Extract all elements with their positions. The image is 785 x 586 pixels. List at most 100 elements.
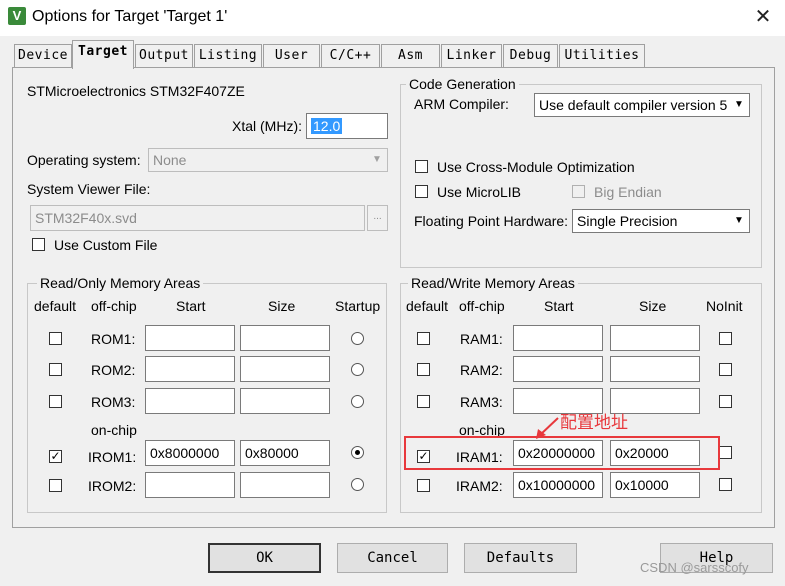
ram3-label: RAM3: [460,394,503,410]
rom2-size-input[interactable] [240,356,330,382]
fpu-value: Single Precision [577,213,678,229]
ro-memory-title: Read/Only Memory Areas [37,275,204,291]
iram2-noinit-checkbox[interactable] [719,478,732,491]
ro-header-start: Start [176,298,206,314]
compiler-select[interactable]: Use default compiler version 5 ▼ [534,93,750,117]
tab-listing[interactable]: Listing [194,44,262,67]
irom2-default-checkbox[interactable] [49,479,62,492]
ram2-label: RAM2: [460,362,503,378]
ram2-size-input[interactable] [610,356,700,382]
iram1-highlight-box [404,436,720,470]
rom1-size-input[interactable] [240,325,330,351]
iram1-noinit-checkbox[interactable] [719,446,732,459]
tab-debug[interactable]: Debug [503,44,558,67]
csdn-watermark: CSDN @sarsscofy [640,560,749,575]
chevron-down-icon: ▼ [734,215,744,226]
ram1-size-input[interactable] [610,325,700,351]
cross-module-checkbox[interactable] [415,160,428,173]
custom-file-checkbox[interactable] [32,238,45,251]
rom3-default-checkbox[interactable] [49,395,62,408]
rom3-label: ROM3: [91,394,136,410]
rw-header-offchip: off-chip [459,298,505,314]
ro-header-size: Size [268,298,296,314]
irom1-label: IROM1: [88,449,137,465]
ram3-default-checkbox[interactable] [417,395,430,408]
irom2-size-input[interactable] [240,472,330,498]
rom2-default-checkbox[interactable] [49,363,62,376]
irom1-start-input[interactable]: 0x8000000 [145,440,235,466]
compiler-value: Use default compiler version 5 [539,97,728,113]
iram2-size-input[interactable]: 0x10000 [610,472,700,498]
defaults-button[interactable]: Defaults [464,543,577,573]
irom1-default-checkbox[interactable]: ✓ [49,450,62,463]
tab-utilities[interactable]: Utilities [559,44,645,67]
rw-header-size: Size [639,298,667,314]
ro-onchip-label: on-chip [91,422,137,438]
tab-output[interactable]: Output [135,44,193,67]
rom3-size-input[interactable] [240,388,330,414]
browse-button[interactable]: ... [367,205,388,231]
tab-device[interactable]: Device [14,44,72,67]
big-endian-label: Big Endian [594,184,662,200]
iram2-label: IRAM2: [456,478,503,494]
code-generation-title: Code Generation [406,76,519,92]
irom1-size-input[interactable]: 0x80000 [240,440,330,466]
os-label: Operating system: [27,152,141,168]
rom3-startup-radio[interactable] [351,395,364,408]
cross-module-label: Use Cross-Module Optimization [437,159,635,175]
close-icon[interactable]: ✕ [752,4,774,28]
ram2-noinit-checkbox[interactable] [719,363,732,376]
microlib-label: Use MicroLIB [437,184,522,200]
xtal-label: Xtal (MHz): [232,118,302,134]
chevron-down-icon: ▼ [372,154,382,165]
microlib-checkbox[interactable] [415,185,428,198]
ram3-noinit-checkbox[interactable] [719,395,732,408]
rom2-start-input[interactable] [145,356,235,382]
rom2-startup-radio[interactable] [351,363,364,376]
ram1-start-input[interactable] [513,325,603,351]
ro-header-startup: Startup [335,298,381,314]
rom1-label: ROM1: [91,331,136,347]
ram2-default-checkbox[interactable] [417,363,430,376]
compiler-label: ARM Compiler: [414,96,509,112]
tab-target[interactable]: Target [72,40,134,69]
device-name: STMicroelectronics STM32F407ZE [27,83,245,99]
tab-cc[interactable]: C/C++ [321,44,380,67]
irom1-startup-radio[interactable] [351,446,364,459]
custom-file-label: Use Custom File [54,237,158,253]
xtal-value: 12.0 [311,118,343,134]
tab-linker[interactable]: Linker [441,44,502,67]
tab-user[interactable]: User [263,44,320,67]
ram2-start-input[interactable] [513,356,603,382]
rom1-default-checkbox[interactable] [49,332,62,345]
os-value: None [153,152,187,168]
cancel-button[interactable]: Cancel [337,543,448,573]
rom1-startup-radio[interactable] [351,332,364,345]
rw-header-start: Start [544,298,574,314]
xtal-input[interactable]: 12.0 [306,113,388,139]
rom3-start-input[interactable] [145,388,235,414]
os-select[interactable]: None ▼ [148,148,388,172]
ok-button[interactable]: OK [208,543,321,573]
svd-label: System Viewer File: [27,181,151,197]
chevron-down-icon: ▼ [734,99,744,110]
ro-header-offchip: off-chip [91,298,137,314]
irom2-start-input[interactable] [145,472,235,498]
ro-header-default: default [34,298,77,314]
rom1-start-input[interactable] [145,325,235,351]
tab-asm[interactable]: Asm [381,44,440,67]
ram1-label: RAM1: [460,331,503,347]
irom2-label: IROM2: [88,478,137,494]
ram1-default-checkbox[interactable] [417,332,430,345]
fpu-select[interactable]: Single Precision ▼ [572,209,750,233]
annotation-text: 配置地址 [560,413,628,433]
irom2-startup-radio[interactable] [351,478,364,491]
rw-header-default: default [406,298,449,314]
rw-memory-title: Read/Write Memory Areas [408,275,578,291]
iram2-start-input[interactable]: 0x10000000 [513,472,603,498]
ram1-noinit-checkbox[interactable] [719,332,732,345]
iram2-default-checkbox[interactable] [417,479,430,492]
annotation-arrow-icon [536,417,559,439]
big-endian-checkbox[interactable] [572,185,585,198]
svd-input[interactable]: STM32F40x.svd [30,205,365,231]
